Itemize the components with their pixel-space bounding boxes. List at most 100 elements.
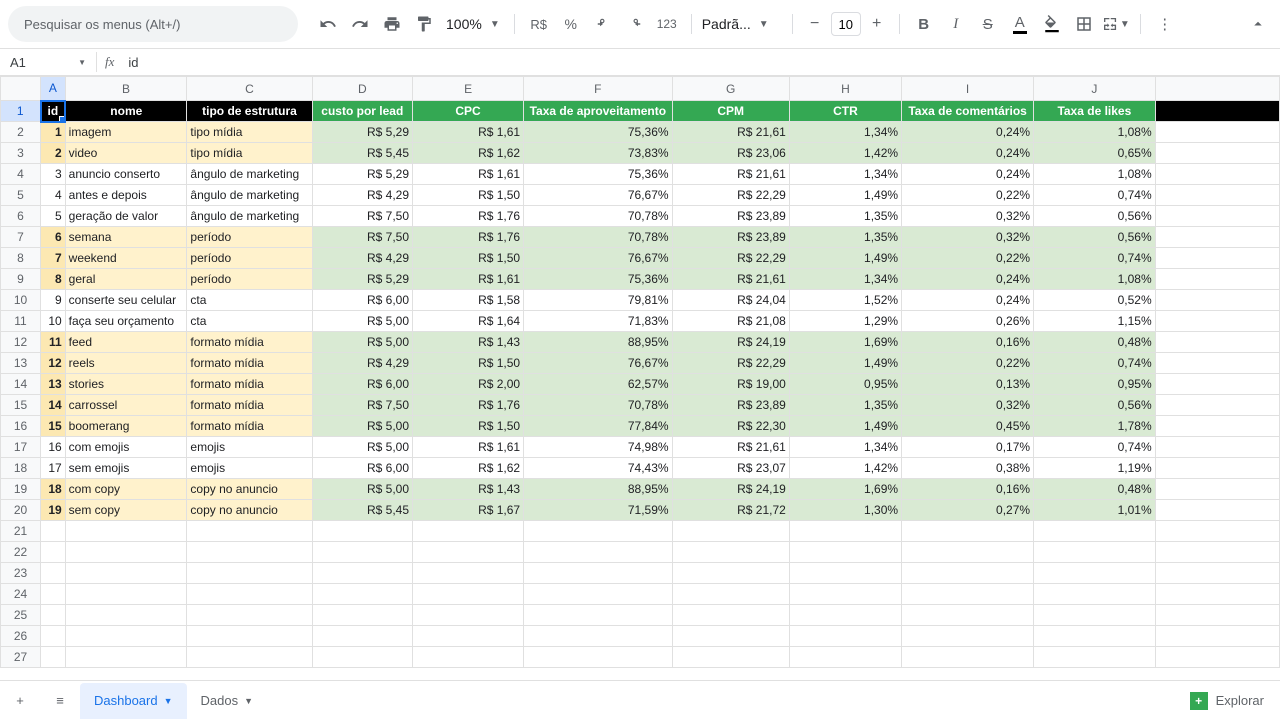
cell[interactable] <box>1155 458 1279 479</box>
cell[interactable]: período <box>187 269 312 290</box>
cell[interactable] <box>65 584 187 605</box>
cell[interactable]: 0,32% <box>902 395 1034 416</box>
cell[interactable] <box>1155 143 1279 164</box>
cell[interactable]: 1,34% <box>789 269 901 290</box>
cell[interactable]: R$ 1,50 <box>413 248 524 269</box>
cell[interactable]: R$ 1,50 <box>413 185 524 206</box>
row-header[interactable]: 8 <box>1 248 41 269</box>
cell[interactable]: 0,38% <box>902 458 1034 479</box>
cell[interactable]: R$ 5,29 <box>312 164 412 185</box>
cell[interactable]: R$ 22,29 <box>672 353 789 374</box>
cell[interactable] <box>902 521 1034 542</box>
cell[interactable]: R$ 1,76 <box>413 206 524 227</box>
cell[interactable]: copy no anuncio <box>187 500 312 521</box>
cell[interactable]: período <box>187 227 312 248</box>
cell[interactable]: 7 <box>41 248 66 269</box>
cell[interactable]: R$ 1,58 <box>413 290 524 311</box>
row-header[interactable]: 12 <box>1 332 41 353</box>
cell[interactable] <box>41 626 66 647</box>
cell[interactable]: R$ 1,50 <box>413 353 524 374</box>
add-sheet-button[interactable]: + <box>0 681 40 720</box>
cell[interactable]: 1,30% <box>789 500 901 521</box>
cell[interactable]: R$ 23,89 <box>672 395 789 416</box>
cell[interactable]: sem emojis <box>65 458 187 479</box>
cell[interactable]: 0,22% <box>902 353 1034 374</box>
cell[interactable] <box>524 584 672 605</box>
cell[interactable] <box>789 584 901 605</box>
cell[interactable] <box>312 521 412 542</box>
cell[interactable]: 1,29% <box>789 311 901 332</box>
cell[interactable] <box>312 584 412 605</box>
cell[interactable] <box>902 626 1034 647</box>
cell[interactable] <box>672 605 789 626</box>
cell[interactable] <box>187 605 312 626</box>
cell[interactable]: 75,36% <box>524 122 672 143</box>
cell[interactable]: geração de valor <box>65 206 187 227</box>
cell[interactable] <box>524 605 672 626</box>
cell[interactable]: R$ 2,00 <box>413 374 524 395</box>
row-header[interactable]: 18 <box>1 458 41 479</box>
font-size-decrease-button[interactable]: − <box>803 12 827 36</box>
cell[interactable]: 5 <box>41 206 66 227</box>
cell[interactable]: emojis <box>187 437 312 458</box>
cell[interactable]: 1,35% <box>789 206 901 227</box>
cell[interactable] <box>789 647 901 668</box>
cell[interactable]: Taxa de likes <box>1034 101 1156 122</box>
cell[interactable]: 1,08% <box>1034 269 1156 290</box>
row-header[interactable]: 27 <box>1 647 41 668</box>
borders-button[interactable] <box>1070 10 1098 38</box>
cell[interactable]: id <box>41 101 66 122</box>
cell[interactable]: emojis <box>187 458 312 479</box>
cell[interactable] <box>1034 605 1156 626</box>
cell[interactable] <box>524 626 672 647</box>
cell[interactable]: imagem <box>65 122 187 143</box>
cell[interactable]: 1,42% <box>789 458 901 479</box>
toolbar-overflow-button[interactable] <box>1244 10 1272 38</box>
cell[interactable]: 0,45% <box>902 416 1034 437</box>
cell[interactable] <box>902 563 1034 584</box>
cell[interactable]: semana <box>65 227 187 248</box>
cell[interactable]: R$ 1,62 <box>413 143 524 164</box>
row-header[interactable]: 17 <box>1 437 41 458</box>
cell[interactable]: 88,95% <box>524 479 672 500</box>
cell[interactable] <box>1034 584 1156 605</box>
cell[interactable]: 1,35% <box>789 227 901 248</box>
cell[interactable] <box>672 647 789 668</box>
cell[interactable]: R$ 6,00 <box>312 458 412 479</box>
cell[interactable]: 9 <box>41 290 66 311</box>
column-header-B[interactable]: B <box>65 77 187 101</box>
cell[interactable] <box>41 563 66 584</box>
cell[interactable]: R$ 1,67 <box>413 500 524 521</box>
cell[interactable] <box>1155 521 1279 542</box>
cell[interactable]: 0,24% <box>902 290 1034 311</box>
cell[interactable]: formato mídia <box>187 374 312 395</box>
cell[interactable] <box>413 563 524 584</box>
cell[interactable] <box>524 563 672 584</box>
cell[interactable]: 0,95% <box>789 374 901 395</box>
cell[interactable]: 4 <box>41 185 66 206</box>
print-button[interactable] <box>378 10 406 38</box>
cell[interactable]: R$ 1,76 <box>413 227 524 248</box>
cell[interactable] <box>312 647 412 668</box>
text-color-button[interactable]: A <box>1006 10 1034 38</box>
cell[interactable]: 1 <box>41 122 66 143</box>
cell[interactable] <box>672 584 789 605</box>
cell[interactable]: 0,32% <box>902 227 1034 248</box>
cell[interactable]: R$ 6,00 <box>312 374 412 395</box>
cell[interactable]: 76,67% <box>524 353 672 374</box>
cell[interactable]: R$ 4,29 <box>312 353 412 374</box>
cell[interactable]: R$ 7,50 <box>312 206 412 227</box>
cell[interactable]: 1,01% <box>1034 500 1156 521</box>
cell[interactable]: formato mídia <box>187 416 312 437</box>
cell[interactable]: 88,95% <box>524 332 672 353</box>
cell[interactable] <box>902 584 1034 605</box>
cell[interactable]: R$ 5,00 <box>312 332 412 353</box>
row-header[interactable]: 7 <box>1 227 41 248</box>
cell[interactable]: 74,43% <box>524 458 672 479</box>
cell[interactable]: 1,49% <box>789 416 901 437</box>
row-header[interactable]: 14 <box>1 374 41 395</box>
cell[interactable]: cta <box>187 311 312 332</box>
undo-button[interactable] <box>314 10 342 38</box>
cell[interactable]: R$ 24,19 <box>672 332 789 353</box>
cell[interactable] <box>902 647 1034 668</box>
